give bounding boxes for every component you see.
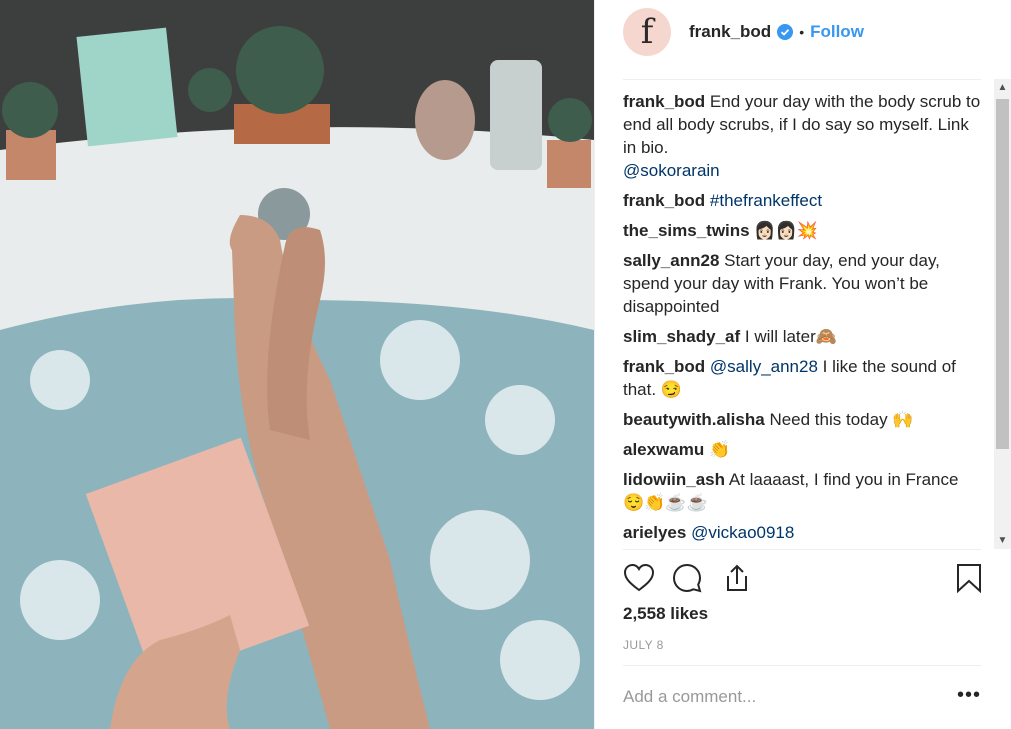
comment-divider xyxy=(623,665,981,666)
comment-username[interactable]: frank_bod xyxy=(623,92,705,111)
comment-username[interactable]: beautywith.alisha xyxy=(623,410,765,429)
comment-mention-link[interactable]: @vickao0918 xyxy=(691,523,794,542)
comment-username[interactable]: alexwamu xyxy=(623,440,704,459)
actions-divider xyxy=(623,549,981,550)
comment-item: frank_bod @sally_ann28 I like the sound … xyxy=(623,355,983,401)
comment-username[interactable]: the_sims_twins xyxy=(623,221,750,240)
avatar-letter: f xyxy=(640,12,654,52)
comments-list[interactable]: frank_bod End your day with the body scr… xyxy=(623,90,983,550)
scroll-down-icon[interactable]: ▼ xyxy=(994,532,1011,549)
comment-item: frank_bod End your day with the body scr… xyxy=(623,90,983,182)
comment-item: arielyes @vickao0918 xyxy=(623,521,983,544)
post-actions xyxy=(623,562,985,596)
comment-username[interactable]: slim_shady_af xyxy=(623,327,740,346)
comment-mention-link[interactable]: #thefrankeffect xyxy=(710,191,822,210)
comment-username[interactable]: lidowiin_ash xyxy=(623,470,725,489)
comment-username[interactable]: frank_bod xyxy=(623,357,705,376)
post-username[interactable]: frank_bod xyxy=(689,22,771,42)
bookmark-icon[interactable] xyxy=(953,562,985,594)
comment-item: beautywith.alisha Need this today 🙌 xyxy=(623,408,983,431)
comment-text: I will later🙈 xyxy=(744,327,837,346)
comment-item: frank_bod #thefrankeffect xyxy=(623,189,983,212)
comment-text: Need this today 🙌 xyxy=(769,410,914,429)
comment-text: 👩🏻👩🏻💥 xyxy=(754,221,818,240)
comment-username[interactable]: sally_ann28 xyxy=(623,251,719,270)
separator-dot: • xyxy=(799,24,805,40)
comment-mention-link[interactable]: @sally_ann28 xyxy=(710,357,818,376)
heart-icon[interactable] xyxy=(623,562,655,594)
comment-icon[interactable] xyxy=(671,562,703,594)
comment-item: lidowiin_ash At laaaast, I find you in F… xyxy=(623,468,983,514)
post-photo[interactable] xyxy=(0,0,594,729)
comment-text: 👏 xyxy=(709,440,731,459)
post-header: f frank_bod • Follow xyxy=(623,6,983,58)
likes-count[interactable]: 2,558 likes xyxy=(623,604,708,624)
comment-item: slim_shady_af I will later🙈 xyxy=(623,325,983,348)
scroll-up-icon[interactable]: ▲ xyxy=(994,79,1011,96)
verified-badge-icon xyxy=(777,24,794,40)
header-divider xyxy=(623,79,981,80)
share-icon[interactable] xyxy=(721,562,753,594)
comment-username[interactable]: frank_bod xyxy=(623,191,705,210)
comment-item: sally_ann28 Start your day, end your day… xyxy=(623,249,983,318)
comments-scrollbar[interactable]: ▲ ▼ xyxy=(994,79,1011,549)
scroll-thumb[interactable] xyxy=(996,99,1009,449)
comment-item: alexwamu 👏 xyxy=(623,438,983,461)
more-options-icon[interactable]: ••• xyxy=(957,684,981,707)
follow-button[interactable]: Follow xyxy=(810,22,864,42)
comment-mention-link[interactable]: @sokorarain xyxy=(623,161,720,180)
post-date: JULY 8 xyxy=(623,638,664,652)
comment-username[interactable]: arielyes xyxy=(623,523,686,542)
post-sidebar: f frank_bod • Follow frank_bod End your … xyxy=(594,0,1011,729)
add-comment-input[interactable]: Add a comment... xyxy=(623,687,756,707)
avatar[interactable]: f xyxy=(623,8,671,56)
comment-item: the_sims_twins 👩🏻👩🏻💥 xyxy=(623,219,983,242)
